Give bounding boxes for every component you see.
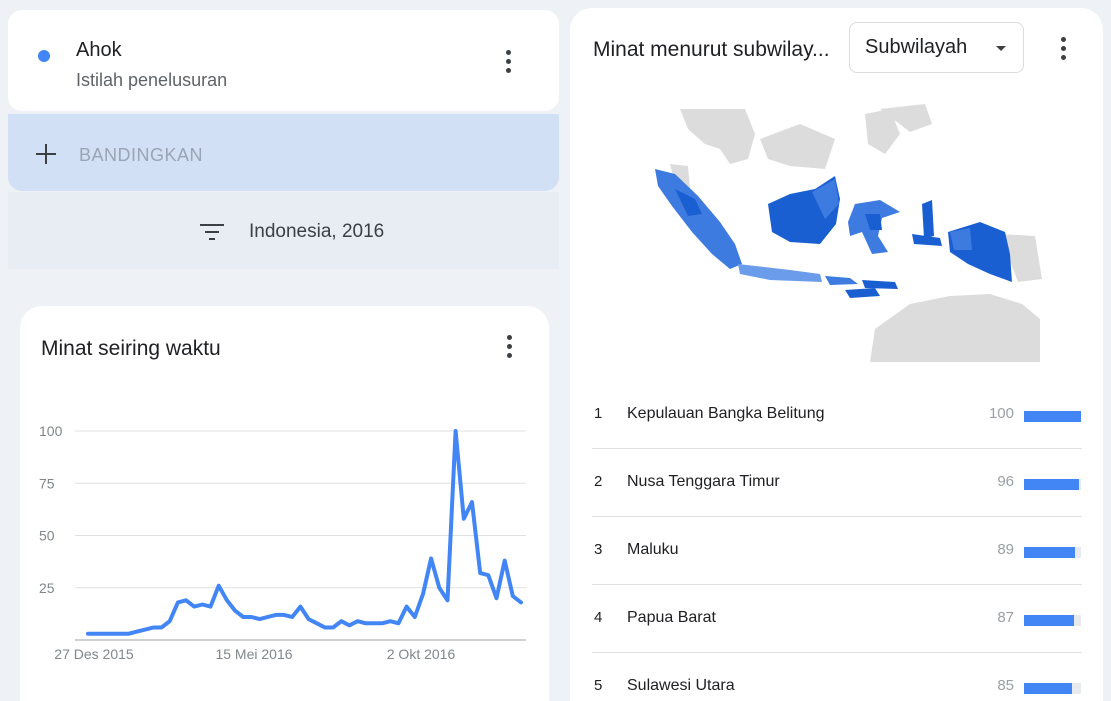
- interest-over-time-card: Minat seiring waktu 25 50 75 100 27 Des 2015…: [20, 306, 549, 701]
- more-vert-icon[interactable]: [496, 46, 520, 76]
- y-tick-label: 75: [39, 475, 55, 491]
- search-term-card: Ahok Istilah penelusuran: [8, 10, 559, 111]
- list-item[interactable]: 2 Nusa Tenggara Timur 96: [592, 449, 1082, 517]
- series-line: [86, 429, 523, 636]
- interest-by-subregion-card: Minat menurut subwilay... Subwilayah 1 K…: [570, 8, 1103, 701]
- search-term-type: Istilah penelusuran: [76, 70, 228, 90]
- region-name: Sulawesi Utara: [627, 677, 735, 694]
- list-item[interactable]: 5 Sulawesi Utara 85: [592, 653, 1082, 701]
- region-name: Papua Barat: [627, 609, 716, 626]
- region-score: 87: [997, 609, 1014, 626]
- score-bar: [1024, 683, 1081, 694]
- list-item[interactable]: 1 Kepulauan Bangka Belitung 100: [592, 381, 1082, 449]
- filter-bar: Indonesia, 2016: [8, 192, 559, 269]
- region-score: 100: [988, 405, 1014, 422]
- filter-summary[interactable]: Indonesia, 2016: [249, 221, 384, 243]
- search-term-name[interactable]: Ahok: [76, 39, 122, 62]
- x-tick-label: 2 Okt 2016: [387, 646, 456, 662]
- select-value: Subwilayah: [865, 36, 968, 58]
- region-name: Maluku: [627, 541, 679, 558]
- score-bar-fill: [1024, 683, 1073, 694]
- caret-down-icon: [996, 46, 1006, 51]
- subregion-ranking-list: 1 Kepulauan Bangka Belitung 100 2 Nusa Tengg…: [592, 381, 1082, 701]
- score-bar-fill: [1024, 411, 1081, 422]
- region-score: 85: [997, 677, 1014, 694]
- y-tick-label: 25: [39, 580, 55, 596]
- score-bar-fill: [1024, 615, 1074, 626]
- list-item[interactable]: 3 Maluku 89: [592, 517, 1082, 585]
- rank-number: 1: [594, 405, 603, 422]
- rank-number: 4: [594, 609, 603, 626]
- rank-number: 3: [594, 541, 603, 558]
- rank-number: 2: [594, 473, 603, 490]
- y-tick-label: 50: [39, 528, 55, 544]
- x-tick-label: 15 Mei 2016: [215, 646, 292, 662]
- compare-label: BANDINGKAN: [79, 145, 204, 165]
- card-title: Minat menurut subwilay...: [593, 38, 830, 61]
- rank-number: 5: [594, 677, 603, 694]
- filter-icon[interactable]: [200, 222, 224, 240]
- score-bar: [1024, 411, 1081, 422]
- score-bar-fill: [1024, 547, 1075, 558]
- x-tick-label: 27 Des 2015: [54, 646, 134, 662]
- score-bar-fill: [1024, 479, 1079, 490]
- y-tick-label: 100: [39, 423, 63, 439]
- score-bar: [1024, 615, 1081, 626]
- region-score: 89: [997, 541, 1014, 558]
- region-name: Kepulauan Bangka Belitung: [627, 405, 825, 422]
- indonesia-map[interactable]: [650, 104, 1050, 364]
- more-vert-icon[interactable]: [1051, 33, 1075, 63]
- series-color-dot: [38, 50, 50, 62]
- subregion-select[interactable]: Subwilayah: [849, 22, 1024, 73]
- list-item[interactable]: 4 Papua Barat 87: [592, 585, 1082, 653]
- region-score: 96: [997, 473, 1014, 490]
- score-bar: [1024, 479, 1081, 490]
- plus-icon: [36, 144, 56, 164]
- interest-line-chart: 25 50 75 100 27 Des 2015 15 Mei 2016 2 Okt 201…: [39, 423, 526, 662]
- compare-button[interactable]: BANDINGKAN: [8, 114, 559, 191]
- region-name: Nusa Tenggara Timur: [627, 473, 780, 490]
- score-bar: [1024, 547, 1081, 558]
